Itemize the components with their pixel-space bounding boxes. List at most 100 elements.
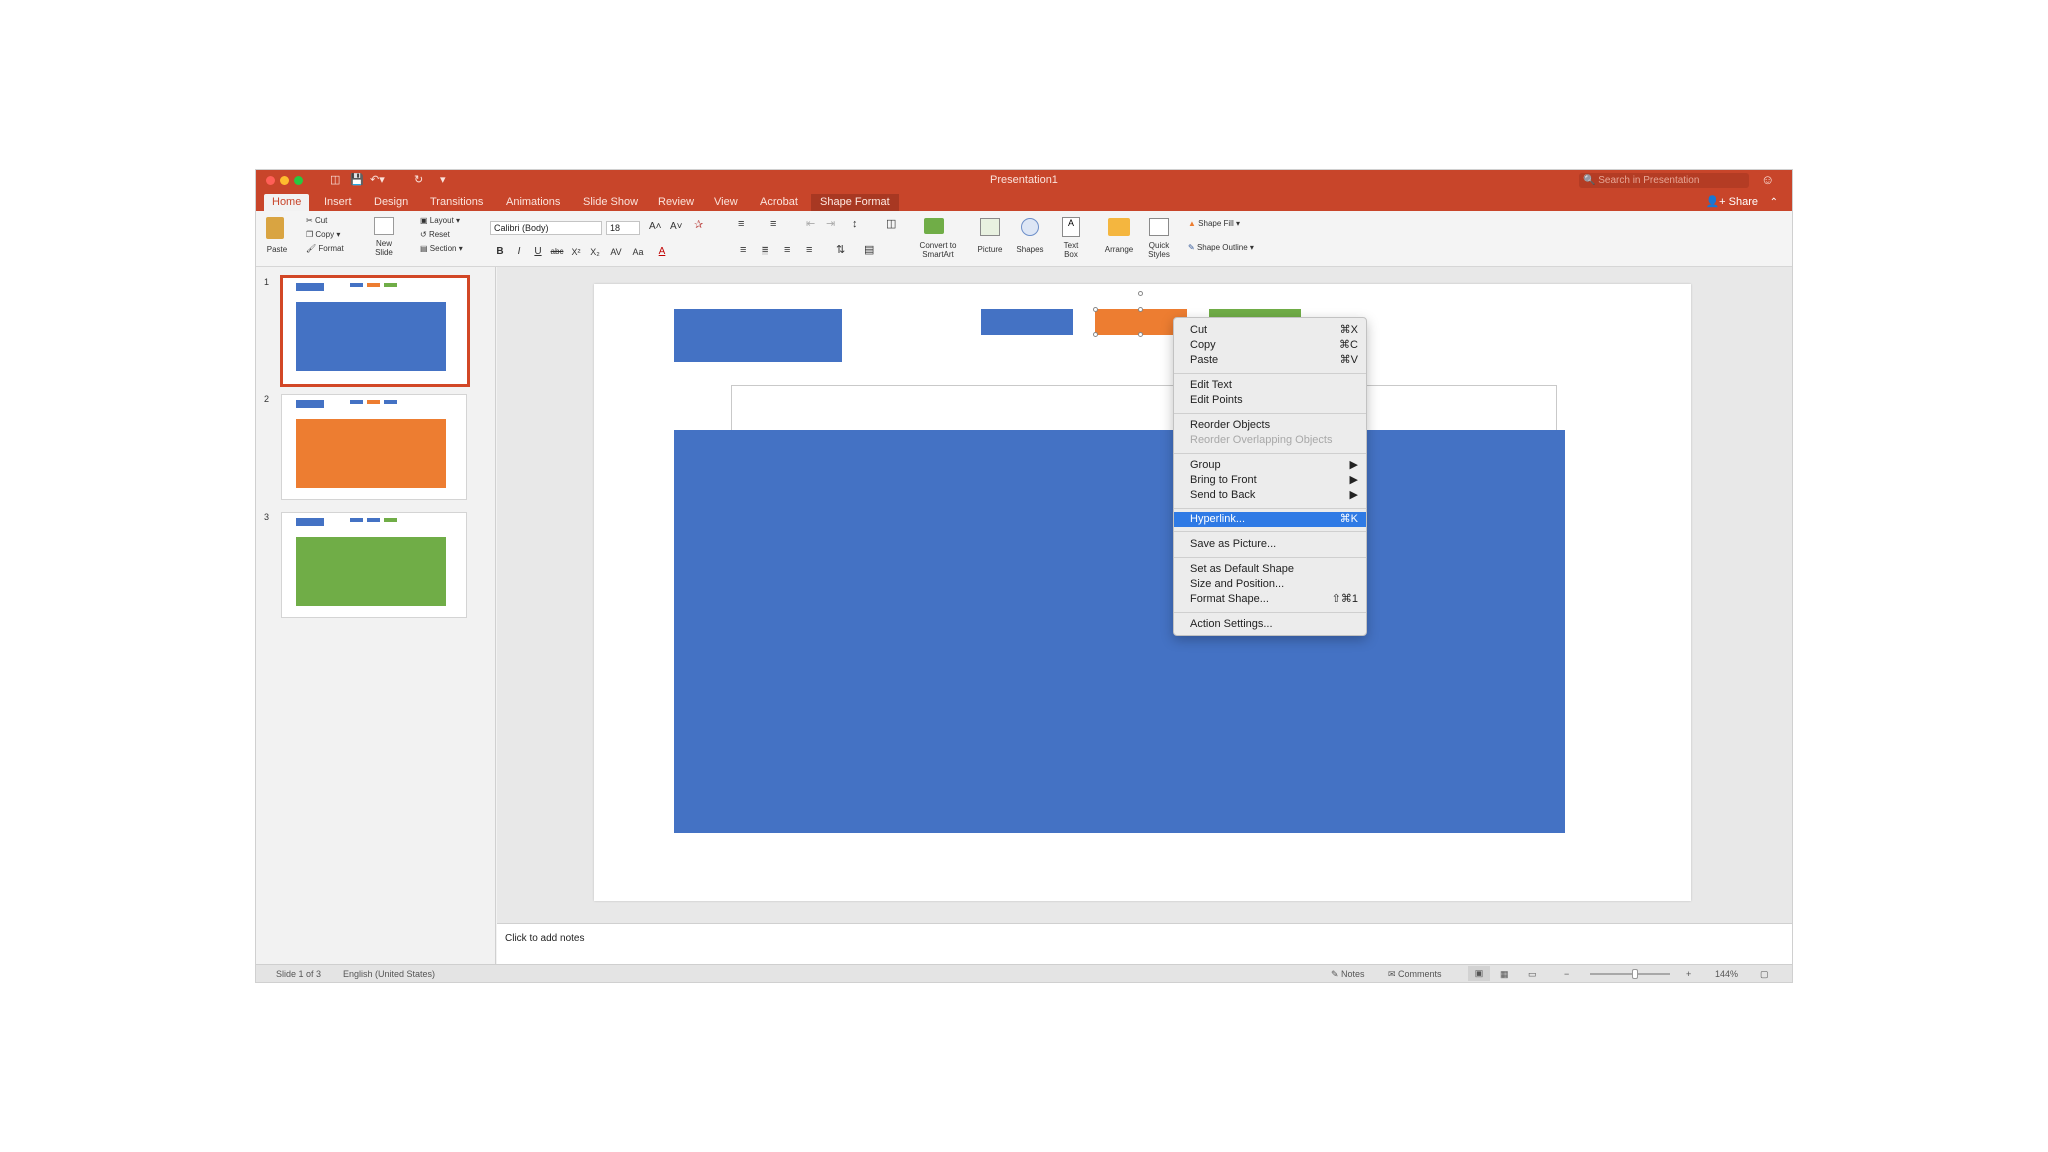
- align-right-icon[interactable]: ≡: [784, 245, 790, 256]
- layout-button[interactable]: ▣ Layout ▾: [420, 216, 460, 225]
- resize-handle[interactable]: [1093, 307, 1098, 312]
- reading-view-icon[interactable]: ▭: [1528, 969, 1537, 980]
- account-icon[interactable]: ☺: [1761, 172, 1774, 187]
- menu-item-hyperlink[interactable]: Hyperlink... ⌘K: [1174, 512, 1366, 527]
- menu-item-reorder-objects[interactable]: Reorder Objects: [1174, 418, 1366, 433]
- paste-icon[interactable]: [266, 217, 284, 239]
- superscript-button[interactable]: X²: [568, 245, 584, 259]
- menu-item-cut[interactable]: Cut ⌘X: [1174, 323, 1366, 338]
- tab-shape-format[interactable]: Shape Format: [811, 194, 899, 211]
- font-name-select[interactable]: Calibri (Body): [490, 221, 602, 235]
- justify-icon[interactable]: ≡: [806, 245, 812, 256]
- align-text-icon[interactable]: ▤: [864, 245, 874, 256]
- font-color-icon[interactable]: A: [654, 245, 670, 259]
- menu-item-set-default-shape[interactable]: Set as Default Shape: [1174, 562, 1366, 577]
- tab-insert[interactable]: Insert: [324, 194, 352, 211]
- notes-placeholder[interactable]: Click to add notes: [505, 933, 585, 944]
- textbox-icon[interactable]: A: [1062, 217, 1080, 237]
- language-indicator[interactable]: English (United States): [343, 969, 435, 979]
- cut-button[interactable]: ✂ Cut: [306, 216, 327, 225]
- search-input[interactable]: 🔍 Search in Presentation: [1579, 173, 1749, 188]
- resize-handle[interactable]: [1093, 332, 1098, 337]
- zoom-out-button[interactable]: −: [1564, 969, 1569, 979]
- zoom-slider[interactable]: [1590, 969, 1670, 979]
- menu-item-edit-text[interactable]: Edit Text: [1174, 378, 1366, 393]
- smartart-icon[interactable]: [924, 218, 944, 234]
- decrease-font-icon[interactable]: A˅: [670, 222, 683, 232]
- blue-rectangle-shape[interactable]: [674, 309, 842, 362]
- menu-item-send-to-back[interactable]: Send to Back ▶: [1174, 488, 1366, 503]
- increase-font-icon[interactable]: A˄: [649, 222, 662, 232]
- text-placeholder[interactable]: [731, 385, 1557, 431]
- align-left-icon[interactable]: ≡: [740, 245, 746, 256]
- share-label: Share: [1728, 196, 1758, 208]
- shape-fill-button[interactable]: ▲ Shape Fill ▾: [1188, 219, 1240, 228]
- menu-item-action-settings[interactable]: Action Settings...: [1174, 617, 1366, 632]
- decrease-indent-icon[interactable]: ⇤: [806, 219, 815, 230]
- font-size-select[interactable]: 18: [606, 221, 640, 235]
- new-slide-icon[interactable]: [374, 217, 394, 235]
- zoom-slider-handle[interactable]: [1632, 969, 1638, 979]
- copy-button[interactable]: ❐ Copy ▾: [306, 230, 340, 239]
- slide-sorter-icon[interactable]: ▦: [1500, 969, 1509, 980]
- normal-view-icon[interactable]: ▣: [1468, 966, 1490, 981]
- resize-handle[interactable]: [1138, 307, 1143, 312]
- change-case-icon[interactable]: Aa: [630, 245, 646, 259]
- text-direction-icon[interactable]: ⇅: [836, 245, 845, 256]
- zoom-level[interactable]: 144%: [1715, 969, 1738, 979]
- large-blue-rectangle-shape[interactable]: [674, 430, 1565, 833]
- slide-thumbnail-1[interactable]: [280, 275, 470, 387]
- share-button[interactable]: 👤+ Share: [1705, 194, 1758, 211]
- notes-toggle-button[interactable]: ✎ Notes: [1331, 969, 1365, 980]
- comments-button[interactable]: ✉ Comments: [1388, 969, 1442, 980]
- shape-outline-button[interactable]: ✎ Shape Outline ▾: [1188, 243, 1254, 252]
- menu-item-group[interactable]: Group ▶: [1174, 458, 1366, 473]
- line-spacing-icon[interactable]: ↕: [852, 219, 858, 230]
- numbering-icon[interactable]: ≡: [770, 219, 776, 230]
- tab-animations[interactable]: Animations: [506, 194, 560, 211]
- menu-item-format-shape[interactable]: Format Shape... ⇧⌘1: [1174, 592, 1366, 607]
- tab-review[interactable]: Review: [658, 194, 694, 211]
- rotate-handle-icon[interactable]: [1138, 291, 1143, 296]
- zoom-in-button[interactable]: +: [1686, 969, 1691, 979]
- bold-button[interactable]: B: [492, 245, 508, 259]
- reset-button[interactable]: ↺ Reset: [420, 230, 450, 239]
- bullets-icon[interactable]: ≡: [738, 219, 744, 230]
- menu-item-edit-points[interactable]: Edit Points: [1174, 393, 1366, 408]
- tab-acrobat[interactable]: Acrobat: [760, 194, 798, 211]
- subscript-button[interactable]: X₂: [587, 245, 603, 259]
- quick-styles-icon[interactable]: [1149, 218, 1169, 236]
- strikethrough-button[interactable]: abc: [549, 245, 565, 259]
- menu-item-paste[interactable]: Paste ⌘V: [1174, 353, 1366, 368]
- blue-small-rectangle-shape[interactable]: [981, 309, 1073, 335]
- slide-thumbnail-3[interactable]: [281, 512, 467, 618]
- slide-canvas[interactable]: [594, 284, 1691, 901]
- align-center-icon[interactable]: ≡: [762, 245, 769, 256]
- menu-item-size-and-position[interactable]: Size and Position...: [1174, 577, 1366, 592]
- tab-home[interactable]: Home: [264, 194, 310, 211]
- menu-item-bring-to-front[interactable]: Bring to Front ▶: [1174, 473, 1366, 488]
- slide-thumbnail-2[interactable]: [281, 394, 467, 500]
- increase-indent-icon[interactable]: ⇥: [826, 219, 835, 230]
- character-spacing-icon[interactable]: AV: [608, 245, 624, 259]
- menu-item-save-as-picture[interactable]: Save as Picture...: [1174, 537, 1366, 552]
- format-painter-button[interactable]: 🖌 Format: [306, 244, 344, 253]
- underline-button[interactable]: U: [530, 245, 546, 259]
- arrange-icon[interactable]: [1108, 218, 1130, 236]
- tab-transitions[interactable]: Transitions: [430, 194, 483, 211]
- tab-slide-show[interactable]: Slide Show: [583, 194, 638, 211]
- green-rectangle-shape[interactable]: [1209, 309, 1301, 317]
- resize-handle[interactable]: [1138, 332, 1143, 337]
- picture-icon[interactable]: [980, 218, 1000, 236]
- columns-icon[interactable]: ◫: [886, 219, 896, 230]
- menu-item-copy[interactable]: Copy ⌘C: [1174, 338, 1366, 353]
- collapse-ribbon-icon[interactable]: ⌃: [1770, 194, 1778, 211]
- section-button[interactable]: ▤ Section ▾: [420, 244, 463, 253]
- tab-design[interactable]: Design: [374, 194, 408, 211]
- tab-view[interactable]: View: [714, 194, 738, 211]
- fit-to-window-icon[interactable]: ▢: [1760, 969, 1769, 980]
- clear-formatting-icon[interactable]: ✰: [694, 220, 703, 231]
- italic-button[interactable]: I: [511, 245, 527, 259]
- notes-pane[interactable]: Click to add notes: [497, 923, 1792, 964]
- shapes-icon[interactable]: [1021, 218, 1039, 236]
